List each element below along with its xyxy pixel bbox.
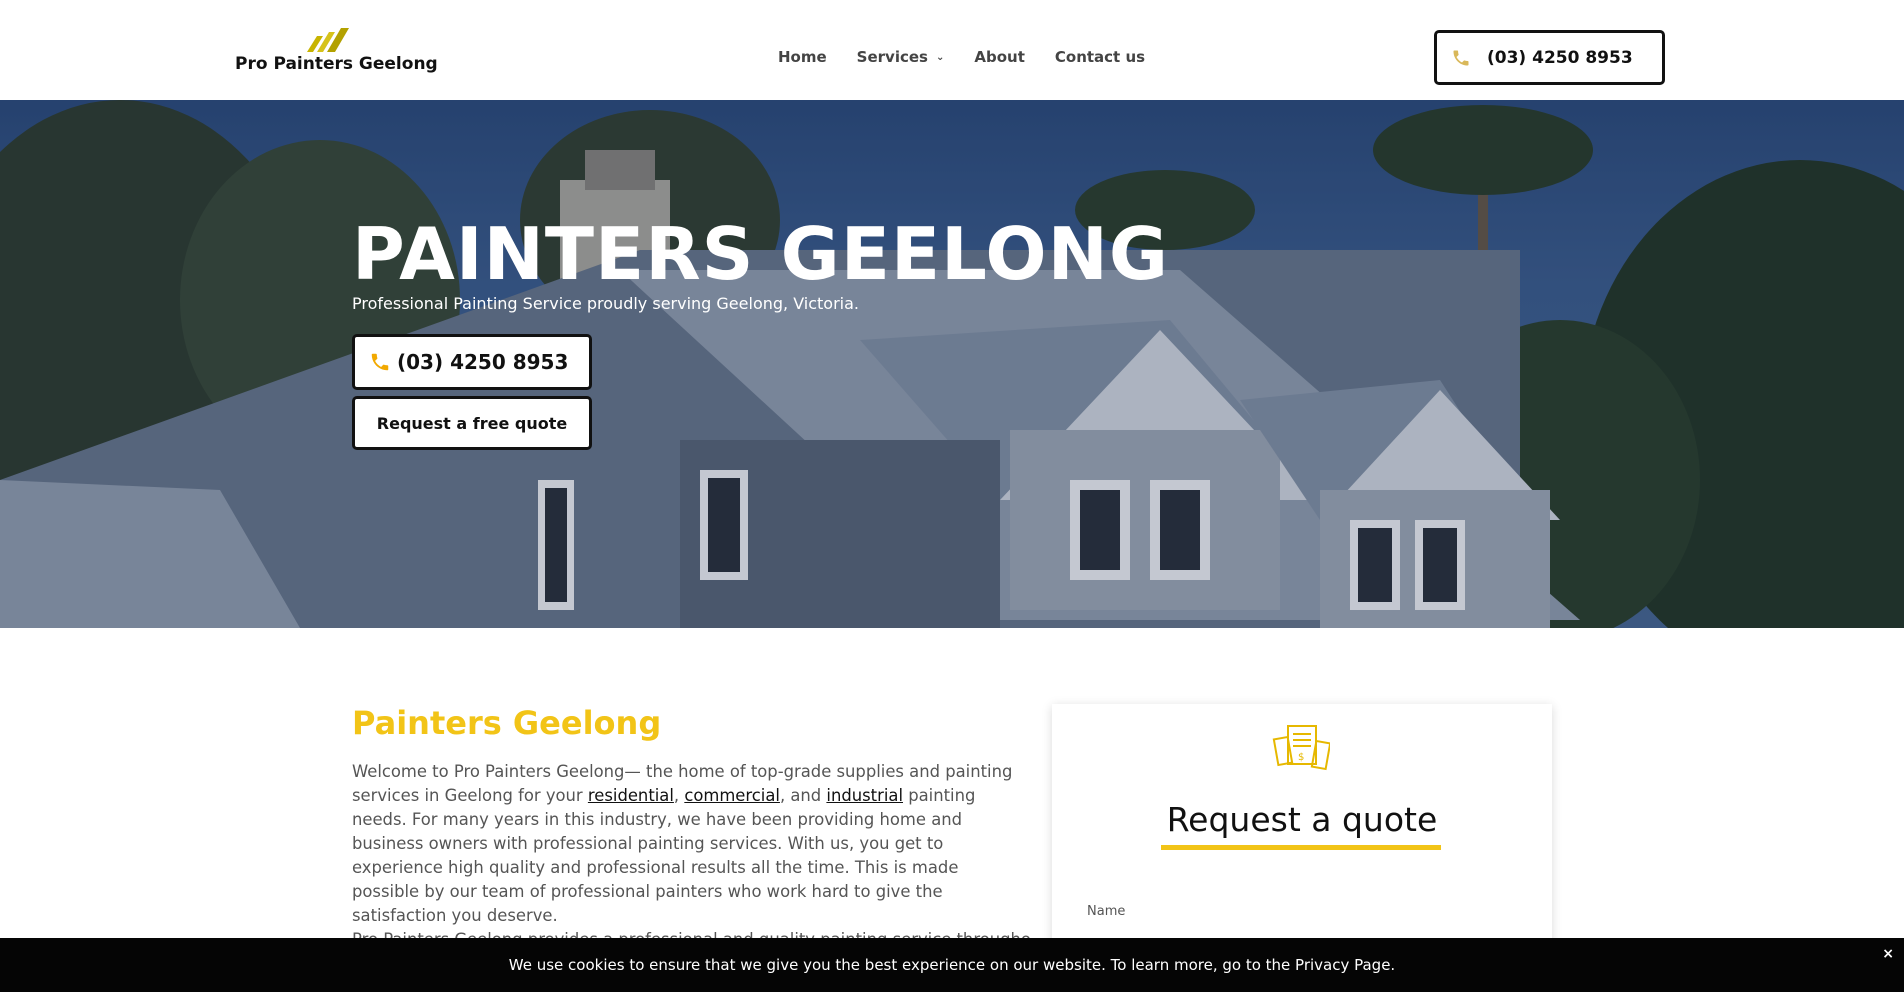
header-phone-number: (03) 4250 8953 (1487, 47, 1633, 68)
paint-stroke-logo-icon (307, 28, 349, 52)
intro-paragraph: Welcome to Pro Painters Geelong— the hom… (352, 760, 1022, 928)
logo-text: Pro Painters Geelong (235, 54, 438, 74)
hero-phone-number: (03) 4250 8953 (397, 350, 569, 374)
quote-heading-underline (1161, 845, 1441, 850)
phone-icon (1453, 50, 1469, 65)
nav-home[interactable]: Home (778, 48, 827, 66)
hero-overlay (0, 100, 1904, 628)
hero-phone-button[interactable]: (03) 4250 8953 (352, 334, 592, 390)
section-title: Painters Geelong (352, 704, 662, 742)
hero-section: PAINTERS GEELONG Professional Painting S… (0, 100, 1904, 628)
cookie-notice-bar: We use cookies to ensure that we give yo… (0, 938, 1904, 992)
close-icon[interactable]: × (1882, 946, 1894, 962)
header-phone-button[interactable]: (03) 4250 8953 (1434, 30, 1665, 85)
phone-icon (371, 353, 389, 371)
intro-sep-1: , (673, 786, 685, 805)
link-residential[interactable]: residential (588, 786, 674, 805)
hero-title: PAINTERS GEELONG (352, 212, 1169, 296)
chevron-down-icon: ⌄ (935, 51, 945, 63)
hero-subtitle: Professional Painting Service proudly se… (352, 294, 860, 313)
svg-text:$: $ (1298, 752, 1304, 763)
nav-services-label: Services (856, 48, 928, 66)
nav-about[interactable]: About (974, 48, 1025, 66)
quote-heading: Request a quote (1166, 800, 1438, 839)
nav-services[interactable]: Services ⌄ (857, 48, 945, 66)
intro-text-b: painting needs. For many years in this i… (352, 786, 976, 925)
site-header: Pro Painters Geelong Home Services ⌄ Abo… (0, 0, 1904, 100)
invoice-document-icon: $ (1272, 725, 1330, 771)
link-industrial[interactable]: industrial (826, 786, 903, 805)
nav-contact[interactable]: Contact us (1055, 48, 1145, 66)
link-commercial[interactable]: commercial (684, 786, 780, 805)
intro-sep-2: , and (779, 786, 827, 805)
request-free-quote-button[interactable]: Request a free quote (352, 396, 592, 450)
name-field-label: Name (1087, 904, 1126, 919)
main-nav: Home Services ⌄ About Contact us (778, 48, 1175, 66)
cookie-notice-text: We use cookies to ensure that we give yo… (508, 956, 1396, 974)
